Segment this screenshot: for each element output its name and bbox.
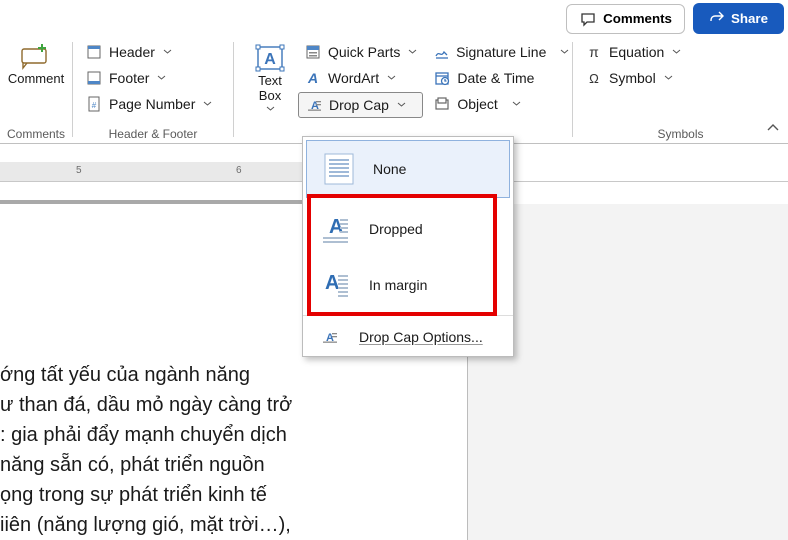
- drop-cap-dropped-label: Dropped: [369, 221, 423, 237]
- drop-cap-none-icon: [323, 151, 355, 187]
- drop-cap-in-margin-label: In margin: [369, 277, 427, 293]
- signature-line-label: Signature Line: [456, 44, 546, 60]
- footer-label: Footer: [109, 70, 149, 86]
- new-comment-button[interactable]: Comment: [6, 40, 66, 91]
- drop-cap-dropped[interactable]: A Dropped: [303, 201, 513, 257]
- chevron-down-icon: [203, 101, 212, 107]
- text-line: năng sẵn có, phát triển nguồn: [0, 450, 440, 480]
- equation-dropdown[interactable]: π Equation: [579, 40, 782, 64]
- symbol-dropdown[interactable]: Ω Symbol: [579, 66, 782, 90]
- chevron-down-icon: [512, 101, 521, 107]
- canvas-background: [468, 204, 788, 540]
- drop-cap-menu: None A Dropped A In margin: [302, 136, 514, 357]
- svg-text:Ω: Ω: [589, 71, 599, 86]
- svg-text:π: π: [589, 44, 599, 60]
- wordart-icon: A: [304, 69, 322, 87]
- header-dropdown[interactable]: Header: [79, 40, 227, 64]
- share-button[interactable]: Share: [693, 3, 784, 34]
- date-time-label: Date & Time: [457, 70, 534, 86]
- drop-cap-label: Drop Cap: [329, 97, 389, 113]
- chevron-down-icon: [664, 75, 673, 81]
- equation-label: Equation: [609, 44, 664, 60]
- text-box-label: Text Box: [258, 74, 282, 104]
- page-number-icon: #: [85, 95, 103, 113]
- drop-cap-dropped-icon: A: [319, 211, 351, 247]
- drop-cap-in-margin-icon: A: [319, 267, 351, 303]
- wordart-label: WordArt: [328, 70, 379, 86]
- collapse-ribbon-button[interactable]: [766, 121, 780, 137]
- object-icon: [433, 95, 451, 113]
- svg-text:A: A: [307, 70, 318, 86]
- text-line: iiên (năng lượng gió, mặt trời…),: [0, 510, 440, 540]
- header-label: Header: [109, 44, 155, 60]
- new-comment-icon: [21, 44, 51, 70]
- symbol-label: Symbol: [609, 70, 656, 86]
- chevron-down-icon: [163, 49, 172, 55]
- wordart-dropdown[interactable]: A WordArt: [298, 66, 423, 90]
- drop-cap-in-margin[interactable]: A In margin: [303, 257, 513, 313]
- document-body-text[interactable]: ớng tất yếu của ngành năng ư than đá, dầ…: [0, 360, 440, 540]
- chevron-down-icon: [266, 106, 275, 112]
- chevron-down-icon: [397, 102, 406, 108]
- text-box-icon: A: [255, 44, 285, 72]
- new-comment-label: Comment: [8, 72, 64, 87]
- object-label: Object: [457, 96, 497, 112]
- text-line: ọng trong sự phát triển kinh tế: [0, 480, 440, 510]
- text-line: ớng tất yếu của ngành năng: [0, 360, 440, 390]
- drop-cap-icon: A: [305, 96, 323, 114]
- quick-parts-icon: [304, 43, 322, 61]
- header-icon: [85, 43, 103, 61]
- svg-text:A: A: [325, 272, 339, 294]
- group-label-comments: Comments: [6, 123, 66, 141]
- share-icon: [709, 9, 725, 28]
- drop-cap-none-label: None: [373, 161, 406, 177]
- drop-cap-none[interactable]: None: [306, 140, 510, 198]
- ribbon: Comment Comments Header Footer #: [0, 36, 788, 144]
- group-label-symbols: Symbols: [579, 123, 782, 141]
- chevron-down-icon: [157, 75, 166, 81]
- signature-icon: [433, 43, 450, 61]
- footer-dropdown[interactable]: Footer: [79, 66, 227, 90]
- drop-cap-options[interactable]: A Drop Cap Options...: [303, 318, 513, 356]
- chevron-down-icon: [408, 49, 417, 55]
- footer-icon: [85, 69, 103, 87]
- comments-label: Comments: [603, 11, 672, 26]
- svg-text:#: #: [92, 101, 97, 110]
- text-line: ư than đá, dầu mỏ ngày càng trở: [0, 390, 440, 420]
- ruler-number: 6: [236, 165, 242, 176]
- comment-icon: [579, 10, 597, 28]
- drop-cap-options-icon: A: [319, 328, 341, 346]
- quick-parts-dropdown[interactable]: Quick Parts: [298, 40, 423, 64]
- drop-cap-options-label: Drop Cap Options...: [359, 329, 483, 345]
- svg-text:A: A: [264, 51, 276, 68]
- signature-line-dropdown[interactable]: Signature Line: [427, 40, 575, 64]
- page-number-label: Page Number: [109, 96, 195, 112]
- date-time-icon: [433, 69, 451, 87]
- drop-cap-dropdown[interactable]: A Drop Cap: [298, 92, 423, 118]
- symbol-icon: Ω: [585, 69, 603, 87]
- text-line: : gia phải đẩy mạnh chuyển dịch: [0, 420, 440, 450]
- share-label: Share: [731, 11, 768, 26]
- date-time-button[interactable]: Date & Time: [427, 66, 575, 90]
- equation-icon: π: [585, 43, 603, 61]
- quick-parts-label: Quick Parts: [328, 44, 400, 60]
- group-label-header-footer: Header & Footer: [79, 123, 227, 141]
- chevron-down-icon: [672, 49, 681, 55]
- chevron-down-icon: [560, 49, 569, 55]
- chevron-down-icon: [387, 75, 396, 81]
- object-dropdown[interactable]: Object: [427, 92, 575, 116]
- comments-button[interactable]: Comments: [566, 4, 685, 34]
- page-number-dropdown[interactable]: # Page Number: [79, 92, 227, 116]
- text-box-button[interactable]: A Text Box: [240, 40, 300, 116]
- ruler-number: 5: [76, 165, 82, 176]
